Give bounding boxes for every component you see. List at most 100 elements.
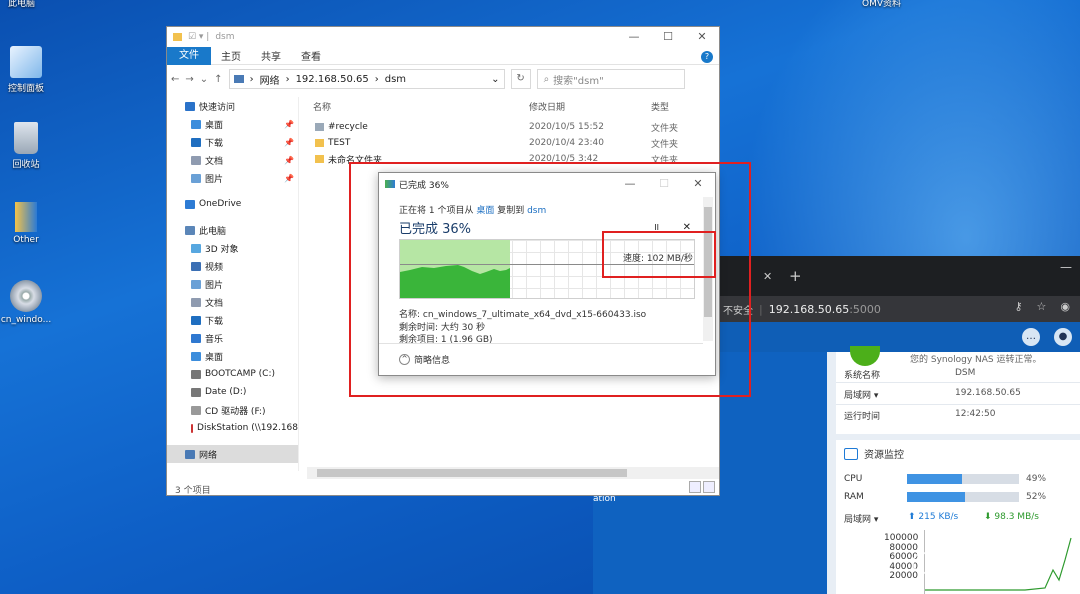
minimize-icon[interactable]: — [1060,260,1072,274]
nav-item[interactable]: 音乐 [167,329,298,347]
up-button[interactable]: ↑ [214,74,222,85]
new-tab-icon[interactable]: + [789,267,802,285]
cpu-bar [907,474,1019,484]
nav-item-label: 文档 [205,298,224,309]
system-name-row: 系统名称 DSM [844,368,976,381]
desktop-icon-label-cut: 此电脑 [8,0,36,9]
breadcrumb-network[interactable]: 网络 [260,72,280,87]
nav-item-icon [191,405,201,415]
view-buttons [689,481,715,493]
nav-item[interactable]: 此电脑 [167,221,298,239]
nav-item[interactable]: OneDrive [167,195,298,213]
address-dropdown-icon[interactable]: ⌄ [491,74,499,85]
nav-item[interactable]: 桌面 [167,347,298,365]
desktop-icon-label: cn_windo... [0,315,52,325]
address-bar[interactable]: › 网络 › 192.168.50.65 › dsm ⌄ [228,69,505,89]
refresh-button[interactable]: ↻ [510,69,531,89]
recycle-bin-desktop-icon[interactable]: 回收站 [0,122,56,170]
star-icon[interactable]: ☆ [1037,300,1047,313]
search-box[interactable]: ⌕ 搜索"dsm" [536,69,685,89]
close-button[interactable]: ✕ [685,27,719,47]
quick-access-toolbar[interactable]: ☑ ▾ | [188,32,209,42]
breadcrumb-host[interactable]: 192.168.50.65 [296,74,369,85]
column-name[interactable]: 名称 [307,100,529,113]
nav-item[interactable]: 文档 📌 [167,151,298,169]
nav-item[interactable]: 快速访问 [167,97,298,115]
nav-item[interactable]: 网络 [167,445,298,463]
status-item-count: 3 个项目 [175,486,211,496]
health-message: 您的 Synology NAS 运转正常。 [910,355,1042,365]
watermark-text: 什么值得买 [938,554,1028,575]
horizontal-scrollbar[interactable] [307,467,719,479]
nav-item-label: 下载 [205,138,224,149]
nav-item[interactable]: CD 驱动器 (F:) [167,401,298,419]
large-icons-view-button[interactable] [703,481,715,493]
network-label[interactable]: 局域网 ▾ [844,512,878,525]
monitor-icon [844,447,858,460]
recycle-bin-icon [14,122,38,154]
nav-item-label: 视频 [205,262,224,273]
file-row[interactable]: TEST 2020/10/4 23:40 文件夹 [307,135,717,151]
separator: | [759,302,763,316]
tab-share[interactable]: 共享 [251,48,291,63]
forward-button[interactable]: → [185,74,193,85]
navigation-pane: 快速访问 桌面 📌 下载 📌 文档 📌 图片 📌 OneDrive 此电脑 3D 对象 视频 图片 文档 下载… [167,97,299,471]
chat-icon[interactable]: … [1022,328,1040,346]
control-panel-desktop-icon[interactable]: 控制面板 [0,46,56,94]
nav-item-label: 此电脑 [199,226,227,237]
profile-icon[interactable]: ◉ [1060,300,1070,313]
back-button[interactable]: ← [171,74,179,85]
nav-item[interactable]: 文档 [167,293,298,311]
control-panel-icon [10,46,42,78]
nav-item-label: 网络 [199,450,218,461]
file-row[interactable]: #recycle 2020/10/5 15:52 文件夹 [307,119,717,135]
ribbon-tabs: 文件 主页 共享 查看 [167,46,719,65]
nav-item-icon [191,351,201,361]
nav-item[interactable]: 图片 [167,275,298,293]
watermark-logo-icon [912,552,934,574]
nav-item[interactable]: 3D 对象 [167,239,298,257]
nav-item-label: 桌面 [205,352,224,363]
cpu-bar-fill [907,474,962,484]
minimize-button[interactable]: — [617,27,651,47]
scrollbar-thumb[interactable] [317,469,627,477]
nav-item[interactable]: 图片 📌 [167,169,298,187]
url-host: 192.168.50.65 [768,302,850,316]
desktop-icon-label: Other [13,235,39,245]
nav-item[interactable]: 下载 [167,311,298,329]
nav-item-icon [185,449,195,459]
nav-item-icon [191,155,201,165]
lan-row[interactable]: 局域网 ▾ 192.168.50.65 [844,388,1021,401]
nav-item[interactable]: 下载 📌 [167,133,298,151]
nav-item[interactable]: DiskStation (\\192.168 [167,419,298,437]
divider [836,404,1080,405]
column-type[interactable]: 类型 [651,100,669,113]
nav-item[interactable]: 视频 [167,257,298,275]
nav-item-icon [191,297,201,307]
nav-item[interactable]: 桌面 📌 [167,115,298,133]
recent-dropdown[interactable]: ⌄ [200,74,208,85]
pin-icon: 📌 [284,119,294,129]
details-view-button[interactable] [689,481,701,493]
help-icon[interactable]: ? [701,51,713,63]
other-folder-desktop-icon[interactable]: Other [0,202,56,245]
tab-view[interactable]: 查看 [291,48,331,63]
maximize-button[interactable]: ☐ [651,27,685,47]
user-icon[interactable]: ● [1054,328,1072,346]
tab-home[interactable]: 主页 [211,48,251,63]
annotation-box-dialog [349,162,751,397]
key-icon[interactable]: ⚷ [1014,300,1022,313]
nav-item-label: 文档 [205,156,224,167]
nav-item-label: 桌面 [205,120,224,131]
nav-item[interactable]: BOOTCAMP (C:) [167,365,298,383]
nav-item-icon [185,225,195,235]
breadcrumb-folder[interactable]: dsm [385,74,406,85]
nav-item[interactable]: Date (D:) [167,383,298,401]
watermark: 什么值得买 [912,550,1028,576]
close-tab-icon[interactable]: ✕ [763,270,772,283]
tab-file[interactable]: 文件 [167,46,211,65]
nav-item-label: BOOTCAMP (C:) [205,369,275,379]
iso-desktop-icon[interactable]: cn_windo... [0,280,56,325]
column-date[interactable]: 修改日期 [529,100,651,113]
